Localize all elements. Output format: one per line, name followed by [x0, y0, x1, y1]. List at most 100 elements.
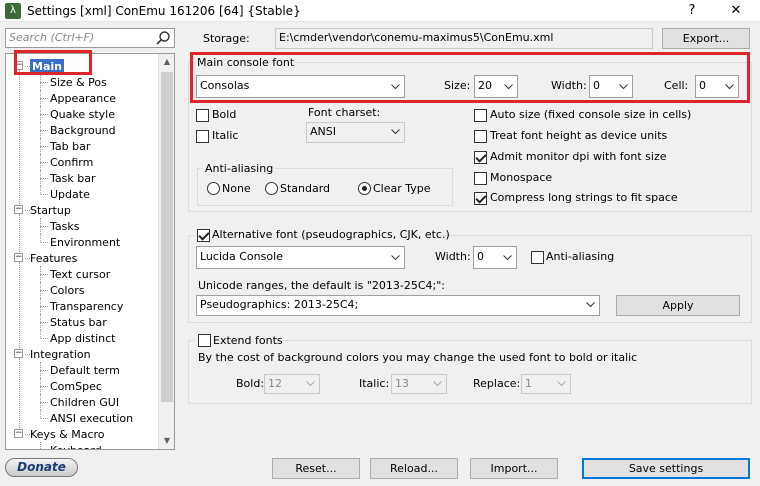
tree-item-confirm[interactable]: Confirm: [50, 155, 93, 170]
tree-connector: [19, 358, 20, 430]
donate-button[interactable]: Donate: [5, 458, 78, 477]
tree-connector: [40, 234, 41, 243]
tree-connector: [40, 298, 41, 314]
tree-scrollbar[interactable]: ▲ ▼: [158, 54, 174, 449]
tree-connector: [40, 218, 41, 234]
app-icon: λ: [5, 3, 21, 19]
tree-connector: [40, 330, 41, 339]
alt-font-checkbox[interactable]: [197, 229, 210, 242]
tree-item-task-bar[interactable]: Task bar: [50, 171, 95, 186]
auto-size-checkbox[interactable]: [474, 109, 487, 122]
admit-dpi-checkbox[interactable]: [474, 151, 487, 164]
tree-item-default-term[interactable]: Default term: [50, 363, 120, 378]
alt-font-value: Lucida Console: [200, 250, 283, 263]
unicode-ranges-select[interactable]: Pseudographics: 2013-25C4;: [196, 295, 600, 316]
tree-item-features[interactable]: Features: [30, 251, 77, 266]
search-icon[interactable]: [155, 30, 171, 46]
compress-label: Compress long strings to fit space: [490, 191, 678, 204]
bold-checkbox[interactable]: [196, 109, 209, 122]
tree-expander-icon[interactable]: −: [14, 253, 23, 262]
tree-item-app-distinct[interactable]: App distinct: [50, 331, 115, 346]
tree-item-keys-macro[interactable]: Keys & Macro: [30, 427, 105, 442]
compress-checkbox[interactable]: [474, 192, 487, 205]
settings-tree[interactable]: − Main Size & Pos Appearance Quake style Back…: [5, 53, 175, 450]
treat-height-checkbox[interactable]: [474, 130, 487, 143]
tree-connector: [40, 306, 48, 307]
tree-connector: [40, 266, 41, 282]
tree-connector: [40, 402, 48, 403]
alt-antialias-label: Anti-aliasing: [546, 250, 615, 263]
monospace-checkbox[interactable]: [474, 172, 487, 185]
aa-standard-radio[interactable]: [265, 182, 278, 195]
chevron-down-icon: [503, 255, 512, 261]
tree-connector: [40, 410, 41, 419]
tree-expander-icon[interactable]: −: [14, 349, 23, 358]
scroll-up-icon[interactable]: ▲: [159, 54, 174, 70]
title-bar: λ Settings [xml] ConEmu 161206 [64] {Sta…: [0, 0, 760, 22]
tree-item-startup[interactable]: Startup: [30, 203, 71, 218]
storage-path-field[interactable]: E:\cmder\vendor\conemu-maximus5\ConEmu.x…: [275, 28, 653, 49]
tree-item-tasks[interactable]: Tasks: [50, 219, 79, 234]
tree-item-transparency[interactable]: Transparency: [50, 299, 123, 314]
extend-replace-select[interactable]: 1: [521, 374, 571, 394]
reload-button[interactable]: Reload...: [370, 458, 458, 479]
tree-item-text-cursor[interactable]: Text cursor: [50, 267, 110, 282]
italic-label: Italic: [212, 129, 239, 142]
alt-width-select[interactable]: 0: [473, 246, 517, 269]
scroll-down-icon[interactable]: ▼: [159, 433, 174, 449]
extend-italic-select[interactable]: 13: [391, 374, 447, 394]
tree-connector: [19, 214, 20, 254]
tree-item-appearance[interactable]: Appearance: [50, 91, 116, 106]
aa-cleartype-radio[interactable]: [358, 182, 371, 195]
tree-item-quake-style[interactable]: Quake style: [50, 107, 115, 122]
extend-bold-select[interactable]: 12: [264, 374, 320, 394]
import-button[interactable]: Import...: [470, 458, 558, 479]
search-input[interactable]: Search (Ctrl+F): [5, 28, 175, 48]
extend-fonts-checkbox[interactable]: [198, 334, 211, 347]
tree-connector: [40, 370, 48, 371]
extend-replace-label: Replace:: [473, 377, 521, 390]
help-button[interactable]: ?: [673, 0, 711, 22]
tree-connector: [40, 362, 41, 378]
charset-select[interactable]: ANSI: [306, 122, 405, 143]
charset-value: ANSI: [310, 125, 336, 138]
tree-connector: [40, 282, 41, 298]
close-button[interactable]: ✕: [717, 0, 755, 22]
tree-item-colors[interactable]: Colors: [50, 283, 84, 298]
tree-item-keyboard[interactable]: Keyboard: [50, 443, 102, 449]
extend-fonts-description: By the cost of background colors you may…: [198, 351, 638, 364]
tree-connector: [40, 114, 48, 115]
storage-label: Storage:: [203, 32, 250, 45]
tree-item-environment[interactable]: Environment: [50, 235, 120, 250]
tree-connector: [40, 418, 48, 419]
admit-dpi-label: Admit monitor dpi with font size: [490, 150, 667, 163]
scroll-thumb[interactable]: [161, 72, 173, 402]
tree-item-tab-bar[interactable]: Tab bar: [50, 139, 90, 154]
export-button[interactable]: Export...: [662, 28, 750, 49]
tree-item-update[interactable]: Update: [50, 187, 90, 202]
save-settings-button[interactable]: Save settings: [582, 458, 750, 479]
tree-item-background[interactable]: Background: [50, 123, 116, 138]
tree-item-children-gui[interactable]: Children GUI: [50, 395, 119, 410]
tree-expander-icon[interactable]: −: [14, 429, 23, 438]
tree-connector: [40, 98, 48, 99]
alt-font-select[interactable]: Lucida Console: [196, 246, 405, 269]
aa-none-radio[interactable]: [207, 182, 220, 195]
italic-checkbox[interactable]: [196, 130, 209, 143]
tree-connector: [40, 322, 48, 323]
tree-item-ansi-execution[interactable]: ANSI execution: [50, 411, 133, 426]
auto-size-label: Auto size (fixed console size in cells): [490, 108, 692, 121]
tree-item-integration[interactable]: Integration: [30, 347, 91, 362]
search-placeholder: Search (Ctrl+F): [9, 31, 95, 44]
tree-item-status-bar[interactable]: Status bar: [50, 315, 107, 330]
tree-connector: [40, 138, 41, 154]
extend-italic-label: Italic:: [359, 377, 390, 390]
window-title: Settings [xml] ConEmu 161206 [64] {Stabl…: [27, 4, 301, 18]
tree-connector: [40, 242, 48, 243]
apply-button[interactable]: Apply: [616, 295, 740, 316]
alt-antialias-checkbox[interactable]: [531, 251, 544, 264]
reset-button[interactable]: Reset...: [272, 458, 360, 479]
tree-item-comspec[interactable]: ComSpec: [50, 379, 102, 394]
tree-item-size-pos[interactable]: Size & Pos: [50, 75, 107, 90]
tree-expander-icon[interactable]: −: [14, 205, 23, 214]
